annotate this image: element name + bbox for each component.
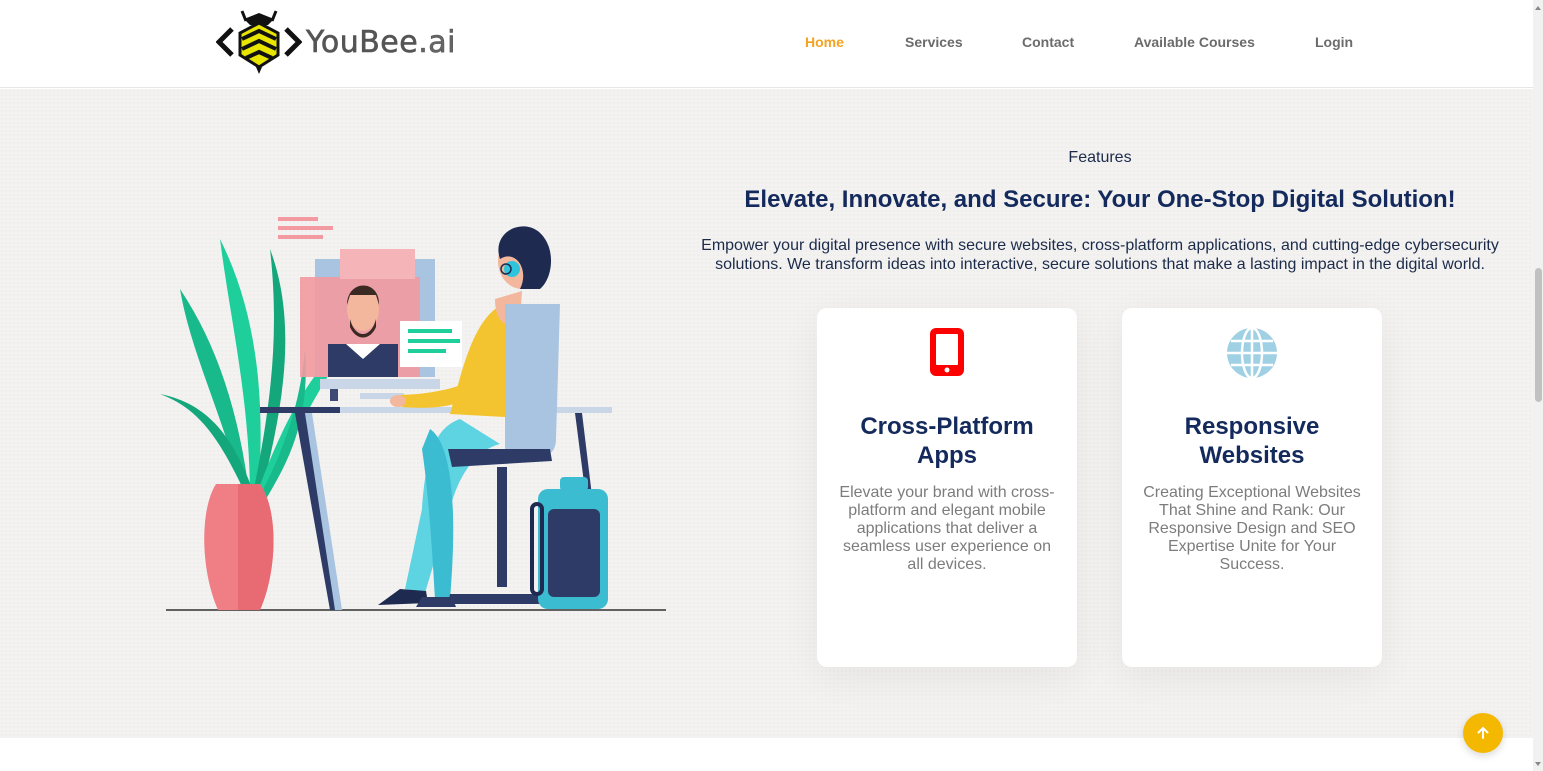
section-kicker: Features [1068,149,1132,166]
triangle-down-icon[interactable] [1535,762,1541,766]
nav-home[interactable]: Home [805,34,844,50]
nav-available-courses[interactable]: Available Courses [1134,34,1255,50]
feature-card-responsive-websites[interactable]: Responsive Websites Creating Exceptional… [1122,308,1382,667]
nav-contact[interactable]: Contact [1022,34,1074,50]
bee-logo-icon [216,10,302,74]
card-text: Creating Exceptional Websites That Shine… [1143,484,1361,573]
nav-login[interactable]: Login [1315,34,1353,50]
back-to-top-button[interactable] [1463,713,1503,753]
brand-suffix: .ai [418,24,456,60]
globe-icon [1122,326,1382,382]
next-section-edge [0,738,1533,771]
triangle-up-icon[interactable] [1535,6,1541,10]
arrow-up-icon [1477,726,1489,739]
features-section: Features Elevate, Innovate, and Secure: … [0,89,1533,738]
card-title: Responsive Websites [1184,413,1320,469]
scrollbar-thumb[interactable] [1535,268,1542,402]
section-lead: Empower your digital presence with secur… [701,237,1499,273]
brand-name: YouBee [306,24,419,60]
nav-services[interactable]: Services [905,34,963,50]
brand-logo[interactable]: YouBee.ai [216,8,456,76]
mobile-phone-icon [817,326,1077,382]
brand-wordmark: YouBee.ai [306,24,456,60]
card-text: Elevate your brand with cross-platform a… [839,484,1055,573]
card-title: Cross-Platform Apps [860,413,1034,469]
section-headline: Elevate, Innovate, and Secure: Your One-… [744,186,1456,213]
site-header: YouBee.ai Home Services Contact Availabl… [0,0,1533,88]
person-at-desk-illustration [160,217,666,611]
feature-card-cross-platform[interactable]: Cross-Platform Apps Elevate your brand w… [817,308,1077,667]
